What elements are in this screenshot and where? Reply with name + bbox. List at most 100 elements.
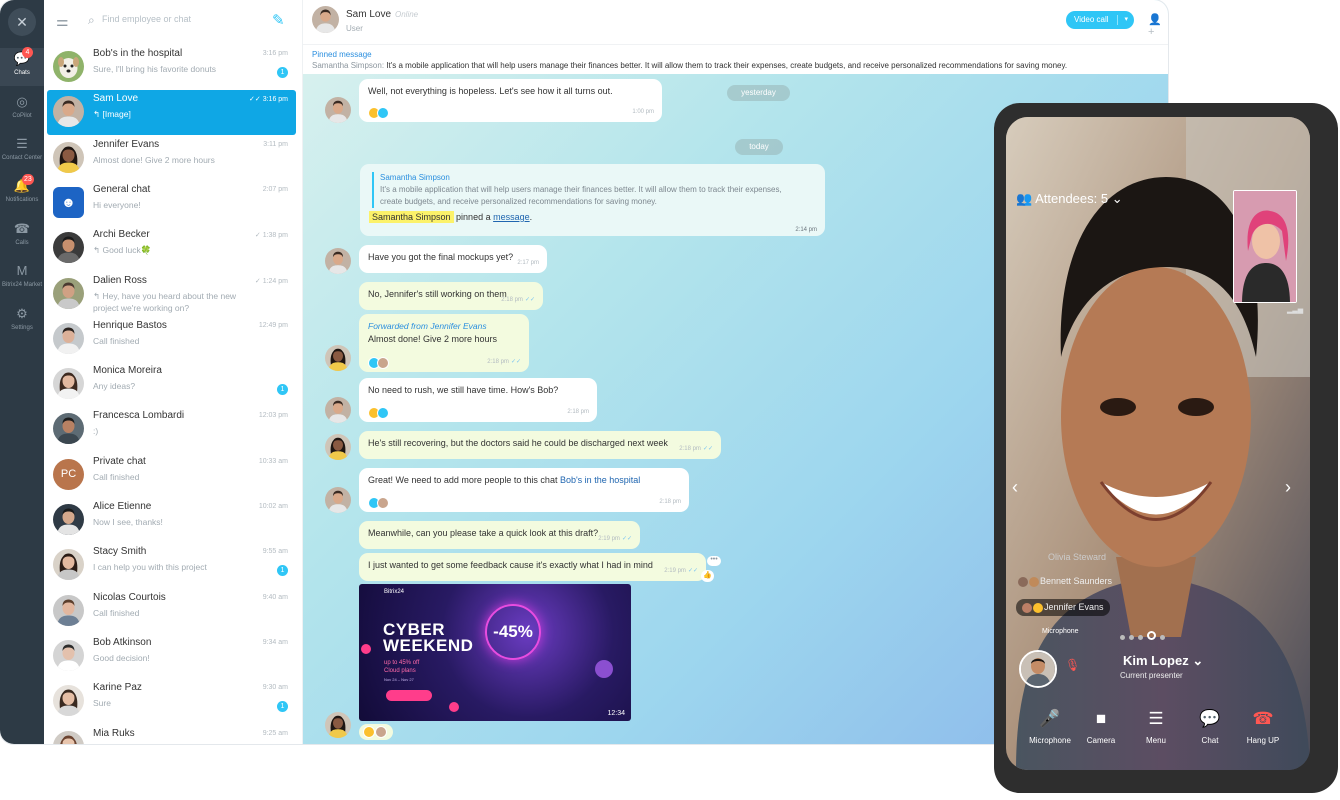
message-bubble[interactable]: He's still recovering, but the doctors s… <box>359 431 721 459</box>
rail-item-notifications[interactable]: 🔔 23 Notifications <box>0 174 44 213</box>
filter-icon[interactable]: ⚌ <box>56 13 69 30</box>
message-bubble[interactable]: Well, not everything is hopeless. Let's … <box>359 79 662 122</box>
rail-item-contact-center[interactable]: ☰ Contact Center <box>0 133 44 171</box>
avatar[interactable] <box>325 248 351 274</box>
chat-list-item[interactable]: Mia Ruks 9:25 am <box>47 725 296 744</box>
chevron-down-icon[interactable]: ▾ <box>1124 11 1128 29</box>
chat-list-item[interactable]: Henrique Bastos Call finished 12:49 pm <box>47 317 296 362</box>
read-ticks-icon: ✓✓ <box>687 568 698 574</box>
rail-label: Settings <box>11 325 33 331</box>
rail-item-copilot[interactable]: ◎ CoPilot <box>0 91 44 129</box>
chat-list-item[interactable]: ☻ General chat Hi everyone! 2:07 pm <box>47 181 296 226</box>
quoted-message[interactable]: Samantha Simpson It's a mobile applicati… <box>372 172 802 208</box>
avatar[interactable] <box>1019 650 1057 688</box>
avatar[interactable] <box>312 6 339 33</box>
video-call-button[interactable]: Video call ▾ <box>1066 11 1134 29</box>
participant-row[interactable]: Bennett Saunders <box>1018 576 1112 592</box>
rail-label: Contact Center <box>1 155 43 161</box>
chat-name: Sam Love <box>93 93 139 105</box>
message-bubble[interactable]: No need to rush, we still have time. How… <box>359 378 597 422</box>
message-text: Almost done! Give 2 more hours <box>368 334 498 344</box>
avatar[interactable] <box>325 397 351 423</box>
chat-time: 9:55 am <box>262 548 288 556</box>
page-dot[interactable] <box>1160 635 1165 640</box>
chat-list-item[interactable]: Stacy Smith I can help you with this proj… <box>47 543 296 588</box>
chat-time: 3:16 pm <box>262 50 288 57</box>
avatar[interactable] <box>325 434 351 460</box>
message-bubble[interactable]: I just wanted to get some feedback cause… <box>359 553 706 581</box>
chat-list-item[interactable]: Sam Love ↰ [Image] ✓✓ 3:16 pm <box>47 90 296 136</box>
chat-list-item[interactable]: PC Private chat Call finished 10:33 am <box>47 453 296 498</box>
rail-item-settings[interactable]: ⚙ Settings <box>0 303 44 341</box>
system-message[interactable]: Samantha Simpson It's a mobile applicati… <box>360 164 825 236</box>
chat-list-item[interactable]: Nicolas Courtois Call finished 9:40 am <box>47 589 296 634</box>
close-icon[interactable]: ✕ <box>8 8 36 36</box>
chat-list-item[interactable]: Bob Atkinson Good decision! 9:34 am <box>47 634 296 679</box>
pinned-message[interactable]: Pinned message Samantha Simpson: It's a … <box>303 44 1168 74</box>
avatar <box>377 407 389 419</box>
microphone-button[interactable]: 🎤 Microphone <box>1022 709 1078 745</box>
pinned-message-link[interactable]: message <box>493 212 530 222</box>
chat-list-item[interactable]: Jennifer Evans Almost done! Give 2 more h… <box>47 136 296 181</box>
reactions[interactable] <box>359 724 393 740</box>
forwarded-label[interactable]: Forwarded from Jennifer Evans <box>368 320 520 333</box>
menu-button[interactable]: ☰ Menu <box>1128 709 1184 745</box>
rail-item-market[interactable]: M Bitrix24 Market <box>0 260 44 298</box>
presenter-role: Current presenter <box>1120 671 1183 680</box>
message-bubble[interactable]: Meanwhile, can you please take a quick l… <box>359 521 640 549</box>
chat-list-item[interactable]: Karine Paz Sure 9:30 am 1 <box>47 679 296 724</box>
chat-list-item[interactable]: Monica Moreira Any ideas? 1 <box>47 362 296 407</box>
avatar[interactable] <box>325 345 351 371</box>
chat-preview: Now I see, thanks! <box>93 517 163 527</box>
new-chat-icon[interactable]: ✎ <box>272 11 285 29</box>
chat-list-item[interactable]: Alice Etienne Now I see, thanks! 10:02 am <box>47 498 296 543</box>
chat-list-item[interactable]: Bob's in the hospital Sure, I'll bring hi… <box>47 45 296 90</box>
avatar[interactable] <box>325 712 351 738</box>
message-bubble[interactable]: Have you got the final mockups yet? 2:17… <box>359 245 547 273</box>
reactions[interactable] <box>368 357 389 369</box>
message-bubble[interactable]: No, Jennifer's still working on them 2:1… <box>359 282 543 310</box>
reactions[interactable] <box>368 407 389 419</box>
more-options-icon[interactable]: ••• <box>707 556 721 566</box>
next-arrow-icon[interactable]: › <box>1285 477 1291 498</box>
messenger-window: ✕ 💬 4 Chats ◎ CoPilot ☰ Contact Center 🔔… <box>0 0 1168 744</box>
page-dot-active[interactable] <box>1147 631 1156 641</box>
chat-name: General chat <box>93 183 151 195</box>
chat-list-item[interactable]: Archi Becker ↰ Good luck🍀 ✓ 1:38 pm <box>47 226 296 271</box>
participant-row[interactable]: Jennifer Evans <box>1016 599 1110 616</box>
promo-sub2: Cloud plans <box>384 668 416 674</box>
presenter-name[interactable]: Kim Lopez ⌄ <box>1123 653 1203 669</box>
reactions[interactable] <box>368 497 389 509</box>
page-dot[interactable] <box>1138 635 1143 640</box>
camera-button[interactable]: ■ Camera <box>1073 709 1129 745</box>
chat-title[interactable]: Sam Love <box>346 9 391 20</box>
avatar[interactable] <box>325 97 351 123</box>
message-bubble[interactable]: Forwarded from Jennifer Evans Almost don… <box>359 314 529 372</box>
mic-muted-icon: 🎙 <box>1065 658 1081 672</box>
hang-up-button[interactable]: ☎ Hang UP <box>1235 709 1291 745</box>
search-input[interactable] <box>102 14 252 24</box>
rail-item-calls[interactable]: ☎ Calls <box>0 218 44 256</box>
like-icon[interactable]: 👍 <box>701 570 714 582</box>
reactions[interactable] <box>368 107 389 119</box>
message-text: He's still recovering, but the doctors s… <box>368 438 668 448</box>
add-user-icon[interactable]: 👤+ <box>1148 13 1168 38</box>
chat-button[interactable]: 💬 Chat <box>1182 709 1238 745</box>
message-bubble[interactable]: Great! We need to add more people to thi… <box>359 468 689 512</box>
previous-arrow-icon[interactable]: ‹ <box>1012 477 1018 498</box>
chat-list-item[interactable]: Dalien Ross ↰ Hey, have you heard about t… <box>47 272 296 317</box>
page-indicator[interactable] <box>1120 627 1190 641</box>
chat-header: Sam Love Online User Video call ▾ 👤+ <box>303 0 1168 44</box>
control-label: Hang UP <box>1246 736 1280 745</box>
chat-preview: Sure <box>93 698 111 709</box>
page-dot[interactable] <box>1129 635 1134 640</box>
rail-item-chats[interactable]: 💬 4 Chats <box>0 47 44 86</box>
self-view-video[interactable] <box>1233 190 1297 303</box>
image-attachment[interactable]: Bitrix24 CYBER WEEKEND -45% up to 45% of… <box>359 584 631 721</box>
avatar[interactable] <box>325 487 351 513</box>
page-dot[interactable] <box>1120 635 1125 640</box>
chat-link[interactable]: Bob's in the hospital <box>560 475 640 485</box>
chat-list-item[interactable]: Francesca Lombardi:) 12:03 pm <box>47 407 296 452</box>
attendees-dropdown[interactable]: 👥 Attendees: 5 ⌄ <box>1016 191 1123 207</box>
pin-action: pinned a <box>453 212 494 222</box>
